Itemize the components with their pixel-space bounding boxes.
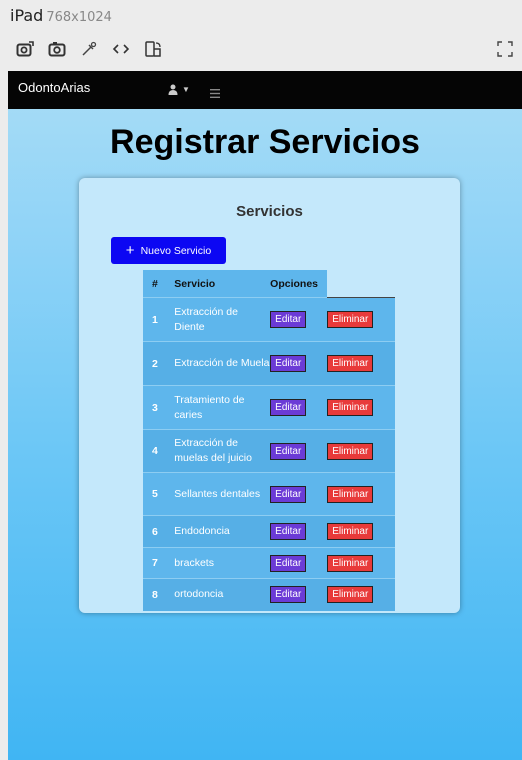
service-name: Extracción de Muela (174, 341, 271, 386)
device-toolbar: iPad 768x1024 (0, 0, 522, 70)
delete-button[interactable]: Eliminar (327, 355, 374, 372)
row-number: 4 (143, 429, 175, 473)
service-name: brackets (174, 547, 271, 579)
table-row: 7 brackets Editar Eliminar (143, 547, 395, 579)
delete-button[interactable]: Eliminar (327, 586, 374, 604)
table-row: 5 Sellantes dentales Editar Eliminar (143, 472, 395, 516)
table-row: 1 Extracción de Diente Editar Eliminar (143, 297, 395, 342)
delete-button[interactable]: Eliminar (327, 554, 374, 572)
user-icon (168, 84, 178, 95)
eyedropper-icon[interactable] (78, 38, 100, 60)
services-card: Servicios + Nuevo Servicio # Servicio Op… (79, 178, 460, 613)
table-header-row: # Servicio Opciones (143, 270, 395, 298)
row-number: 5 (143, 472, 175, 516)
row-number: 3 (143, 385, 175, 430)
table-row: 8 ortodoncia Editar Eliminar (143, 578, 395, 611)
column-header-empty (327, 270, 395, 298)
service-name: Tratamiento de caries (174, 385, 271, 430)
column-header-number: # (143, 270, 175, 298)
navbar: OdontoArias ▼ (8, 71, 522, 109)
card-title: Servicios (236, 203, 303, 220)
plus-icon: + (125, 242, 135, 259)
delete-button[interactable]: Eliminar (327, 442, 374, 460)
device-size: 768x1024 (46, 10, 112, 25)
service-name: ortodoncia (174, 578, 271, 611)
delete-button[interactable]: Eliminar (327, 523, 374, 540)
row-number: 8 (143, 578, 175, 611)
delete-button[interactable]: Eliminar (327, 311, 374, 328)
delete-button[interactable]: Eliminar (327, 399, 374, 416)
row-number: 6 (143, 515, 175, 548)
screenshot-icon[interactable] (14, 38, 36, 60)
page-title: Registrar Servicios (110, 123, 420, 161)
service-name: Extracción de muelas del juicio (174, 429, 271, 473)
table-row: 6 Endodoncia Editar Eliminar (143, 515, 395, 548)
edit-button[interactable]: Editar (270, 311, 307, 328)
brand-link[interactable]: OdontoArias (18, 80, 90, 95)
chevron-down-icon: ▼ (182, 85, 190, 94)
user-menu[interactable]: ▼ (168, 84, 190, 95)
column-header-service: Servicio (174, 270, 271, 298)
code-icon[interactable] (110, 38, 132, 60)
device-label: iPad 768x1024 (10, 6, 112, 25)
device-name: iPad (10, 6, 44, 25)
new-service-label: Nuevo Servicio (140, 244, 212, 257)
column-header-options: Opciones (270, 270, 328, 298)
table-row: 4 Extracción de muelas del juicio Editar… (143, 429, 395, 473)
services-table: # Servicio Opciones 1 Extracción de Dien… (143, 270, 395, 611)
table-row: 3 Tratamiento de caries Editar Eliminar (143, 385, 395, 430)
table-row: 2 Extracción de Muela Editar Eliminar (143, 341, 395, 386)
edit-button[interactable]: Editar (270, 586, 307, 604)
delete-button[interactable]: Eliminar (327, 485, 374, 503)
fullscreen-icon[interactable] (496, 40, 516, 60)
row-number: 2 (143, 341, 175, 386)
rotate-device-icon[interactable] (142, 38, 164, 60)
row-number: 1 (143, 297, 175, 342)
service-name: Sellantes dentales (174, 472, 271, 516)
device-viewport: OdontoArias ▼ Registrar Servicios Servic… (8, 71, 522, 760)
edit-button[interactable]: Editar (270, 355, 307, 372)
edit-button[interactable]: Editar (270, 485, 307, 503)
edit-button[interactable]: Editar (270, 399, 307, 416)
service-name: Extracción de Diente (174, 297, 271, 342)
camera-icon[interactable] (46, 38, 68, 60)
new-service-button[interactable]: + Nuevo Servicio (111, 237, 226, 264)
row-number: 7 (143, 547, 175, 579)
service-name: Endodoncia (174, 515, 271, 548)
hamburger-menu-icon[interactable] (210, 85, 220, 103)
edit-button[interactable]: Editar (270, 523, 307, 540)
edit-button[interactable]: Editar (270, 442, 307, 460)
edit-button[interactable]: Editar (270, 554, 307, 572)
